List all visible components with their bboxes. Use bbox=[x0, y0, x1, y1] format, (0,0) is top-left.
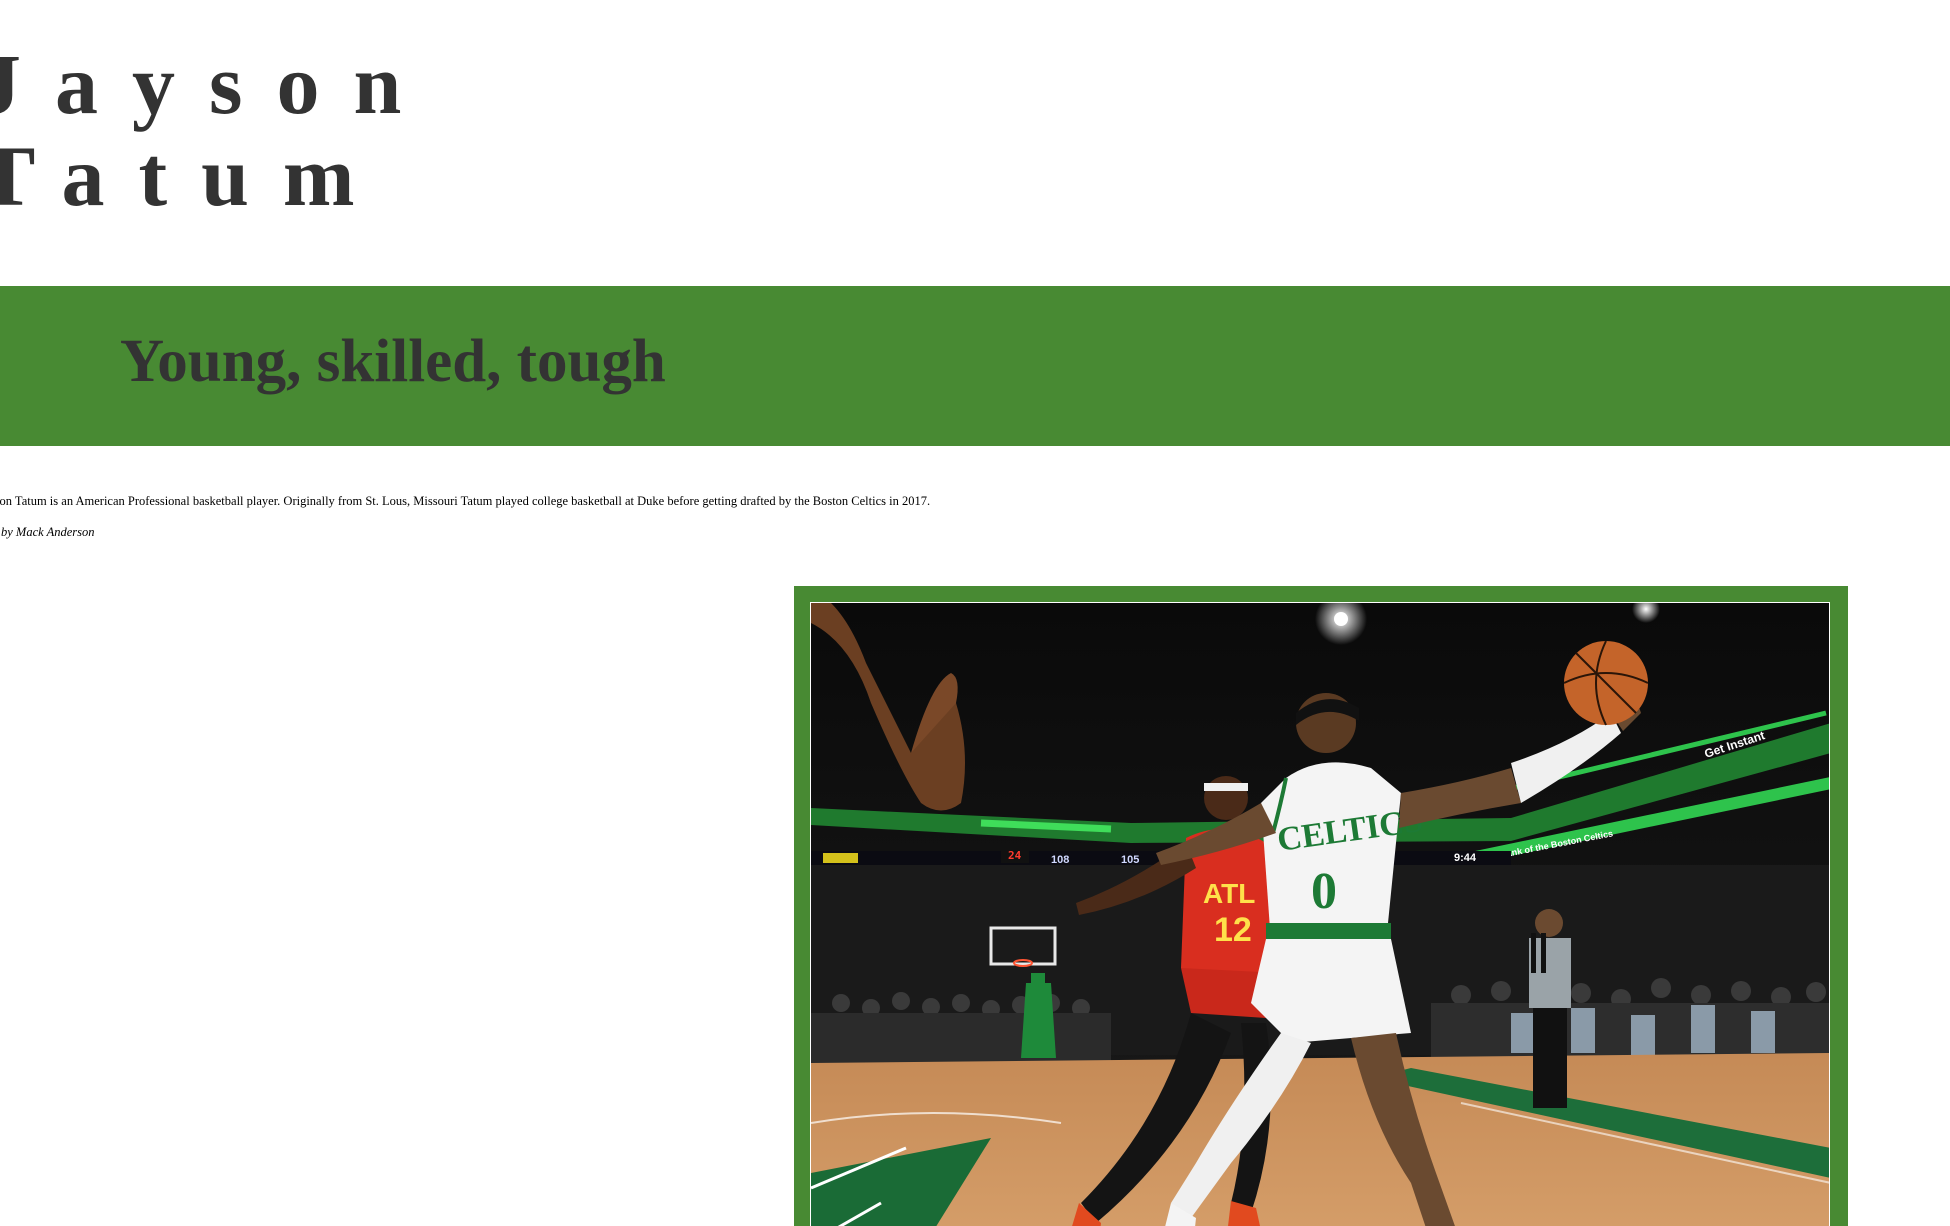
main-jersey-number: 0 bbox=[1311, 863, 1337, 920]
photo-illustration: Get Instant Bank of the Boston Celtics 1… bbox=[811, 603, 1829, 1226]
page-title: Jayson Tatum bbox=[0, 38, 435, 222]
score-home: 108 bbox=[1051, 854, 1069, 866]
player-photo: Get Instant Bank of the Boston Celtics 1… bbox=[810, 602, 1830, 1226]
photo-frame: Get Instant Bank of the Boston Celtics 1… bbox=[794, 586, 1848, 1226]
defender-jersey-team: ATL bbox=[1203, 878, 1255, 909]
defender-jersey-number: 12 bbox=[1214, 911, 1252, 949]
score-away: 105 bbox=[1121, 854, 1139, 866]
title-line-first: Jayson bbox=[0, 36, 436, 132]
basketball bbox=[1563, 640, 1649, 726]
title-line-last: Tatum bbox=[0, 128, 389, 224]
shot-clock: 24 bbox=[1008, 849, 1022, 862]
score-clock: 9:44 bbox=[1454, 852, 1477, 864]
referee bbox=[1529, 909, 1571, 1108]
subtitle: Young, skilled, tough bbox=[120, 328, 666, 395]
intro-paragraph: Jayson Tatum is an American Professional… bbox=[0, 494, 931, 508]
byline: by Mack Anderson bbox=[1, 525, 95, 539]
